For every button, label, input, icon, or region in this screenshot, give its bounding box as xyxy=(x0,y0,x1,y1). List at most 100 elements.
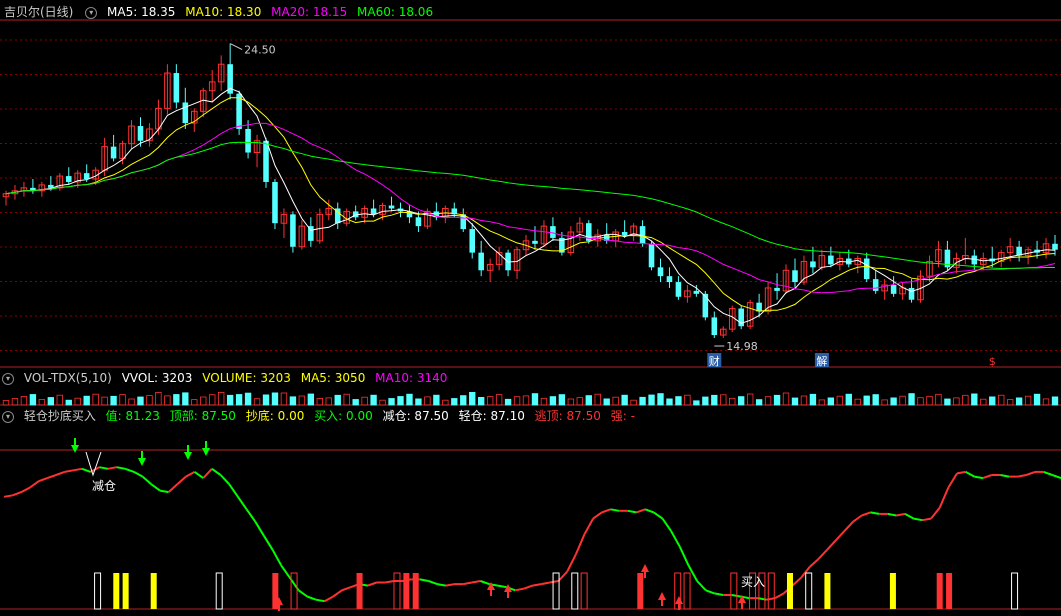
volume-bar xyxy=(630,399,637,406)
indicator-line-segment xyxy=(367,581,377,587)
volume-bar xyxy=(1006,399,1014,406)
indicator-line-segment xyxy=(480,580,490,586)
indicator-line-segment xyxy=(653,511,664,520)
volume-panel xyxy=(2,391,1059,406)
candle-body xyxy=(890,285,897,294)
candle-body xyxy=(182,102,189,124)
indicator-line-segment xyxy=(696,580,707,591)
indicator-line-segment xyxy=(523,584,533,590)
indicator-line-segment xyxy=(341,586,351,592)
candle-body xyxy=(1052,243,1058,250)
indicator-line-segment xyxy=(20,486,31,493)
indicator-line-segment xyxy=(194,471,204,479)
candle-body xyxy=(657,267,664,277)
volume-bar xyxy=(711,394,718,406)
indicator-line-segment xyxy=(826,539,837,551)
volume-bar xyxy=(935,393,942,406)
indicator-line-segment xyxy=(332,589,343,598)
volume-bar xyxy=(298,395,306,406)
dropdown-icon[interactable]: ▾ xyxy=(2,410,14,423)
volume-bar xyxy=(182,392,189,406)
candle-body xyxy=(245,128,251,153)
volume-bar xyxy=(558,394,566,406)
volume-bar xyxy=(603,398,610,406)
volume-bar xyxy=(531,393,539,406)
indicator-line-segment xyxy=(532,583,542,587)
indicator-line-segment xyxy=(705,589,715,595)
candle-body xyxy=(388,205,395,209)
down-arrow-icon xyxy=(71,438,79,453)
candle-body xyxy=(666,276,673,283)
indicator-line-segment xyxy=(574,533,586,555)
stock-chart[interactable]: 24.50 14.98 财 解 $ 减仓买入 xyxy=(0,0,1061,616)
indicator-line-segment xyxy=(636,508,646,514)
down-arrow-icon xyxy=(138,451,146,466)
volume-bar xyxy=(675,396,682,406)
down-arrow-icon xyxy=(202,441,210,456)
volume-bar xyxy=(137,396,144,406)
indicator-line-segment xyxy=(298,589,308,598)
indicator-line-segment xyxy=(237,496,248,510)
volume-bar xyxy=(253,398,261,406)
volume-bar xyxy=(504,398,512,406)
ma5-label: MA5: 18.35 xyxy=(107,5,176,19)
volume-bar xyxy=(370,394,377,406)
indicator-line-segment xyxy=(1025,470,1036,476)
indicator-line-segment xyxy=(202,468,213,479)
volume-bar xyxy=(495,394,503,406)
volume-bar xyxy=(307,393,315,406)
down-arrow-icon xyxy=(184,445,192,460)
volume-bar xyxy=(280,392,288,406)
volume-bar xyxy=(334,394,341,406)
volume-bar xyxy=(693,400,700,406)
volume-bar xyxy=(989,396,996,406)
vvol-label: VVOL: 3203 xyxy=(121,371,193,385)
dropdown-icon[interactable]: ▾ xyxy=(85,6,98,19)
indicator-line-segment xyxy=(463,581,473,586)
volume-bar xyxy=(155,391,162,406)
volume-bar xyxy=(146,395,153,406)
indicator-line-segment xyxy=(3,494,13,498)
candle-body xyxy=(711,317,718,336)
indicator-line-segment xyxy=(219,474,231,485)
indicator-line-segment xyxy=(887,512,897,517)
volume-bar xyxy=(971,393,978,406)
indicator-line-segment xyxy=(306,595,317,601)
indicator-line-segment xyxy=(870,511,880,515)
signal-bar xyxy=(393,572,401,610)
candle-body xyxy=(872,279,879,291)
indicator-line-segment xyxy=(176,475,187,486)
volume-bar xyxy=(845,393,852,406)
indicator-line-segment xyxy=(185,471,196,478)
volume-bar xyxy=(29,394,37,406)
indicator-line-segment xyxy=(982,474,993,480)
volume-bar xyxy=(128,398,135,406)
up-arrow-icon xyxy=(675,596,683,610)
volume-bar xyxy=(962,394,969,406)
signal-bar xyxy=(356,573,363,609)
ma10-label: MA10: 18.30 xyxy=(185,5,262,19)
volume-bar xyxy=(540,397,548,406)
candle-body xyxy=(774,287,780,291)
volume-bar xyxy=(218,391,225,406)
volume-bar xyxy=(1015,397,1023,406)
volume-bar xyxy=(836,395,843,406)
volume-bar xyxy=(20,396,28,406)
volume-bar xyxy=(899,395,906,406)
indicator-line-segment xyxy=(791,577,802,587)
dropdown-icon[interactable]: ▾ xyxy=(2,372,14,385)
signal-bar xyxy=(580,572,588,610)
volume-bar xyxy=(226,394,234,406)
candle-body xyxy=(415,217,422,227)
volume-bar xyxy=(415,398,422,406)
indicator-line-segment xyxy=(896,512,906,517)
volume-bar xyxy=(11,398,19,406)
volume-bar xyxy=(83,395,90,406)
signal-bar xyxy=(946,573,953,609)
indicator-line-segment xyxy=(549,580,559,584)
volume-bar xyxy=(289,396,297,406)
volume-bar xyxy=(648,394,655,406)
signal-bar xyxy=(403,573,410,609)
signal-bar xyxy=(113,573,120,609)
indicator-line-segment xyxy=(315,598,325,603)
